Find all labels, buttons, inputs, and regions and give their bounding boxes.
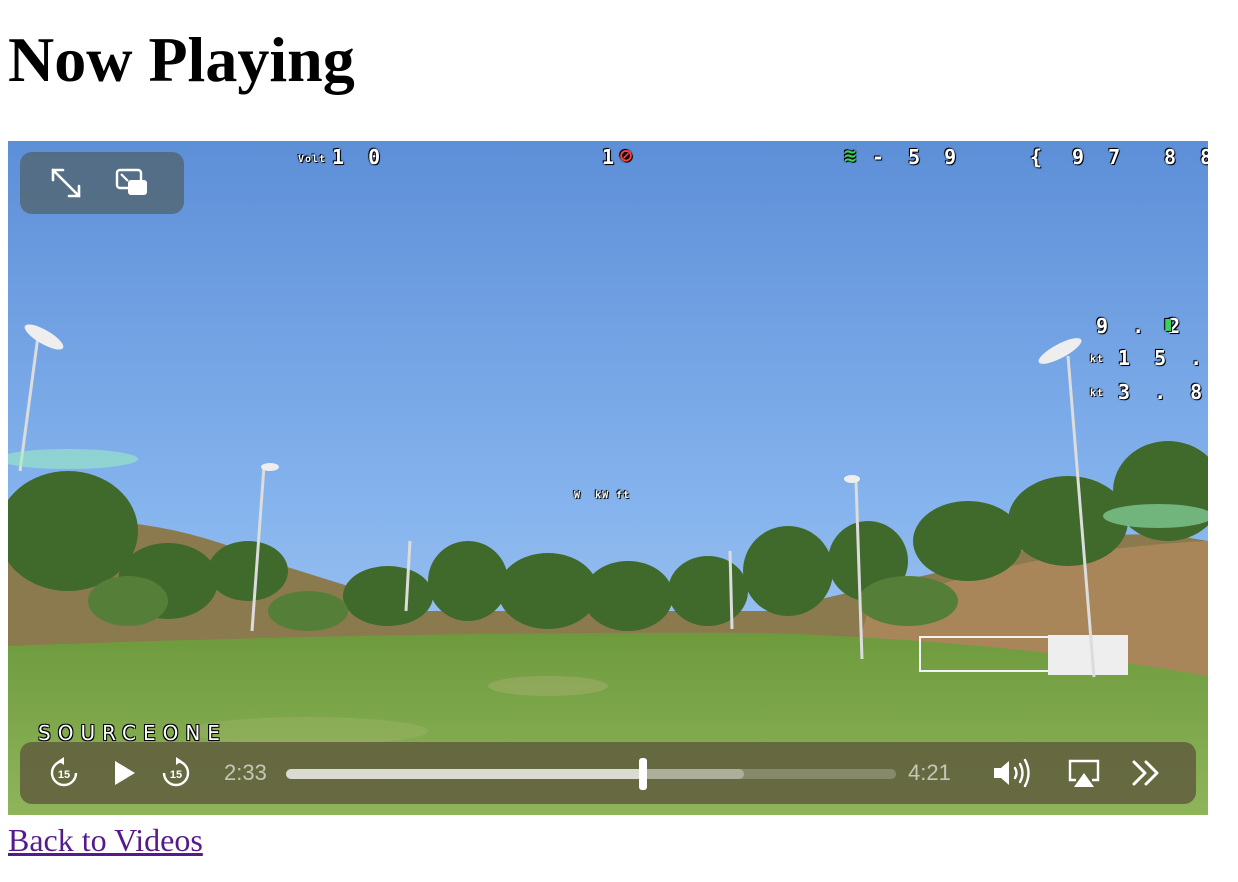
osd-link-quality-value: 9 7 [1072,145,1127,169]
progress-track[interactable] [286,758,896,790]
svg-text:15: 15 [170,769,182,781]
osd-center-label: W kW ft [574,490,631,501]
osd-volt-value: 1 0 [332,145,387,169]
played-bar [286,769,644,779]
volume-button[interactable] [990,755,1038,791]
pip-icon [115,168,147,195]
fullscreen-button[interactable] [48,165,84,201]
current-time: 2:33 [224,760,267,785]
airplay-icon [1068,759,1100,787]
corner-controls [20,152,184,214]
osd-volt-label: Volt [298,154,327,165]
chevron-double-right-icon [1132,760,1159,786]
expand-icon [51,168,81,198]
picture-in-picture-button[interactable] [114,165,150,201]
osd-secondary-value: 3 . 8 0 [1118,380,1208,404]
more-options-button[interactable] [1128,755,1164,791]
osd-top-right-value: 8 8 [1164,145,1208,169]
skip-back-15-icon: 15 [50,757,78,787]
osd-center-top-value: 1 [602,145,621,169]
osd-speed-unit: kt [1090,354,1105,365]
video-frame [8,141,1208,815]
page-title: Now Playing [8,24,355,95]
play-icon [115,761,135,785]
skip-back-button[interactable]: 15 [46,755,82,791]
play-button[interactable] [106,755,142,791]
back-to-videos-link[interactable]: Back to Videos [8,822,203,859]
compass-icon: ⊘ [620,143,639,167]
progress-thumb[interactable] [639,758,648,790]
skip-forward-15-icon: 15 [162,757,190,787]
skip-forward-button[interactable]: 15 [158,755,194,791]
duration: 4:21 [908,760,951,785]
battery-icon: ▮ [1162,311,1181,335]
airplay-button[interactable] [1066,755,1102,791]
osd-speed-value: 1 5 . 2 [1118,346,1208,370]
svg-text:15: 15 [58,769,70,781]
osd-secondary-unit: kt [1090,388,1105,399]
video-player[interactable]: Volt 1 0 1 ⊘ ≋ - 5 9 { 9 7 8 8 9 . 2 ▮ k… [8,141,1208,815]
volume-icon [994,758,1030,788]
osd-rssi-value: - 5 9 [872,145,963,169]
rssi-icon: ≋ [844,143,863,167]
osd-link-bracket: { [1030,145,1049,169]
playback-controls: 15 15 2:33 4:21 [20,742,1196,804]
